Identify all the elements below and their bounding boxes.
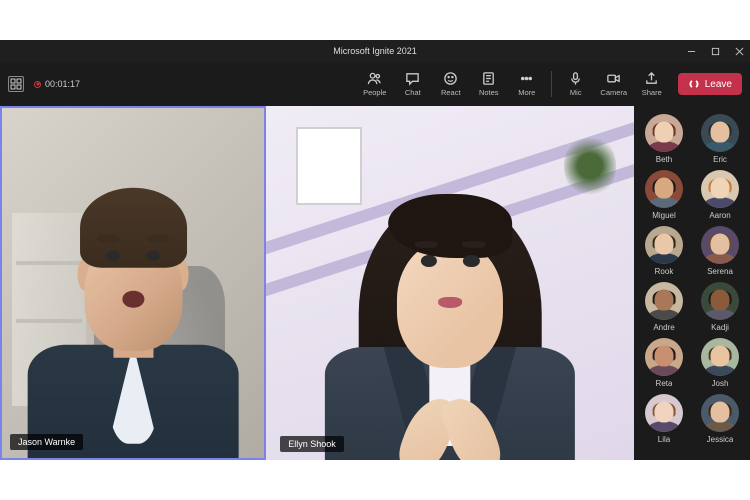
video-tile-active-speaker[interactable]: Jason Warnke (0, 106, 266, 460)
avatar (701, 226, 739, 264)
share-icon (644, 71, 659, 86)
avatar (645, 170, 683, 208)
chat-icon (405, 71, 420, 86)
participant-tile[interactable]: Reta (639, 338, 689, 388)
participant-name: Reta (656, 379, 673, 388)
participant-roster: Beth Eric Miguel Aaron Rook Serena Andre Kadji R… (634, 106, 750, 460)
meeting-toolbar: 00:01:17 People Chat React Notes (0, 62, 750, 106)
avatar (701, 282, 739, 320)
participant-name: Andre (653, 323, 674, 332)
participant-tile[interactable]: Miguel (639, 170, 689, 220)
avatar (701, 338, 739, 376)
more-button[interactable]: More (509, 65, 545, 103)
participant-video (22, 145, 245, 460)
more-icon (519, 71, 534, 86)
participant-name: Rook (655, 267, 674, 276)
participant-name: Kadji (711, 323, 729, 332)
participant-tile[interactable]: Kadji (695, 282, 745, 332)
participant-tile[interactable]: Serena (695, 226, 745, 276)
recording-indicator: 00:01:17 (34, 79, 80, 89)
participant-tile[interactable]: Rook (639, 226, 689, 276)
avatar (701, 170, 739, 208)
participant-tile[interactable]: Aaron (695, 170, 745, 220)
name-tag: Ellyn Shook (280, 436, 344, 452)
recording-timer: 00:01:17 (45, 79, 80, 89)
participant-name: Beth (656, 155, 672, 164)
leave-icon (688, 78, 700, 90)
minimize-icon[interactable] (686, 46, 696, 56)
react-button[interactable]: React (433, 65, 469, 103)
people-icon (367, 71, 382, 86)
avatar (645, 226, 683, 264)
close-icon[interactable] (734, 46, 744, 56)
maximize-icon[interactable] (710, 46, 720, 56)
share-button[interactable]: Share (634, 65, 670, 103)
camera-icon (606, 71, 621, 86)
chat-button[interactable]: Chat (395, 65, 431, 103)
participant-name: Serena (707, 267, 733, 276)
mic-button[interactable]: Mic (558, 65, 594, 103)
toolbar-divider (551, 71, 552, 97)
notes-icon (481, 71, 496, 86)
window-title: Microsoft Ignite 2021 (86, 46, 664, 56)
layout-button[interactable] (8, 76, 24, 92)
participant-name: Miguel (652, 211, 676, 220)
video-tile-avatar[interactable]: Ellyn Shook (266, 106, 634, 460)
participant-tile[interactable]: Lila (639, 394, 689, 444)
participant-tile[interactable]: Eric (695, 114, 745, 164)
video-stage: Jason Warnke Ellyn Shook (0, 106, 634, 460)
leave-button[interactable]: Leave (678, 73, 742, 95)
avatar (701, 394, 739, 432)
record-icon (34, 81, 41, 88)
name-tag: Jason Warnke (10, 434, 83, 450)
participant-name: Josh (712, 379, 729, 388)
titlebar: Microsoft Ignite 2021 (0, 40, 750, 62)
participant-tile[interactable]: Beth (639, 114, 689, 164)
participant-name: Lila (658, 435, 670, 444)
participant-tile[interactable]: Josh (695, 338, 745, 388)
mic-icon (568, 71, 583, 86)
participant-tile[interactable]: Jessica (695, 394, 745, 444)
participant-avatar (303, 141, 597, 460)
avatar (645, 114, 683, 152)
participant-name: Aaron (709, 211, 730, 220)
teams-meeting-window: Microsoft Ignite 2021 00:01:17 People (0, 40, 750, 460)
avatar (645, 282, 683, 320)
avatar (645, 394, 683, 432)
people-button[interactable]: People (357, 65, 393, 103)
camera-button[interactable]: Camera (596, 65, 632, 103)
react-icon (443, 71, 458, 86)
avatar (645, 338, 683, 376)
participant-name: Jessica (707, 435, 734, 444)
avatar (701, 114, 739, 152)
notes-button[interactable]: Notes (471, 65, 507, 103)
participant-name: Eric (713, 155, 727, 164)
participant-tile[interactable]: Andre (639, 282, 689, 332)
